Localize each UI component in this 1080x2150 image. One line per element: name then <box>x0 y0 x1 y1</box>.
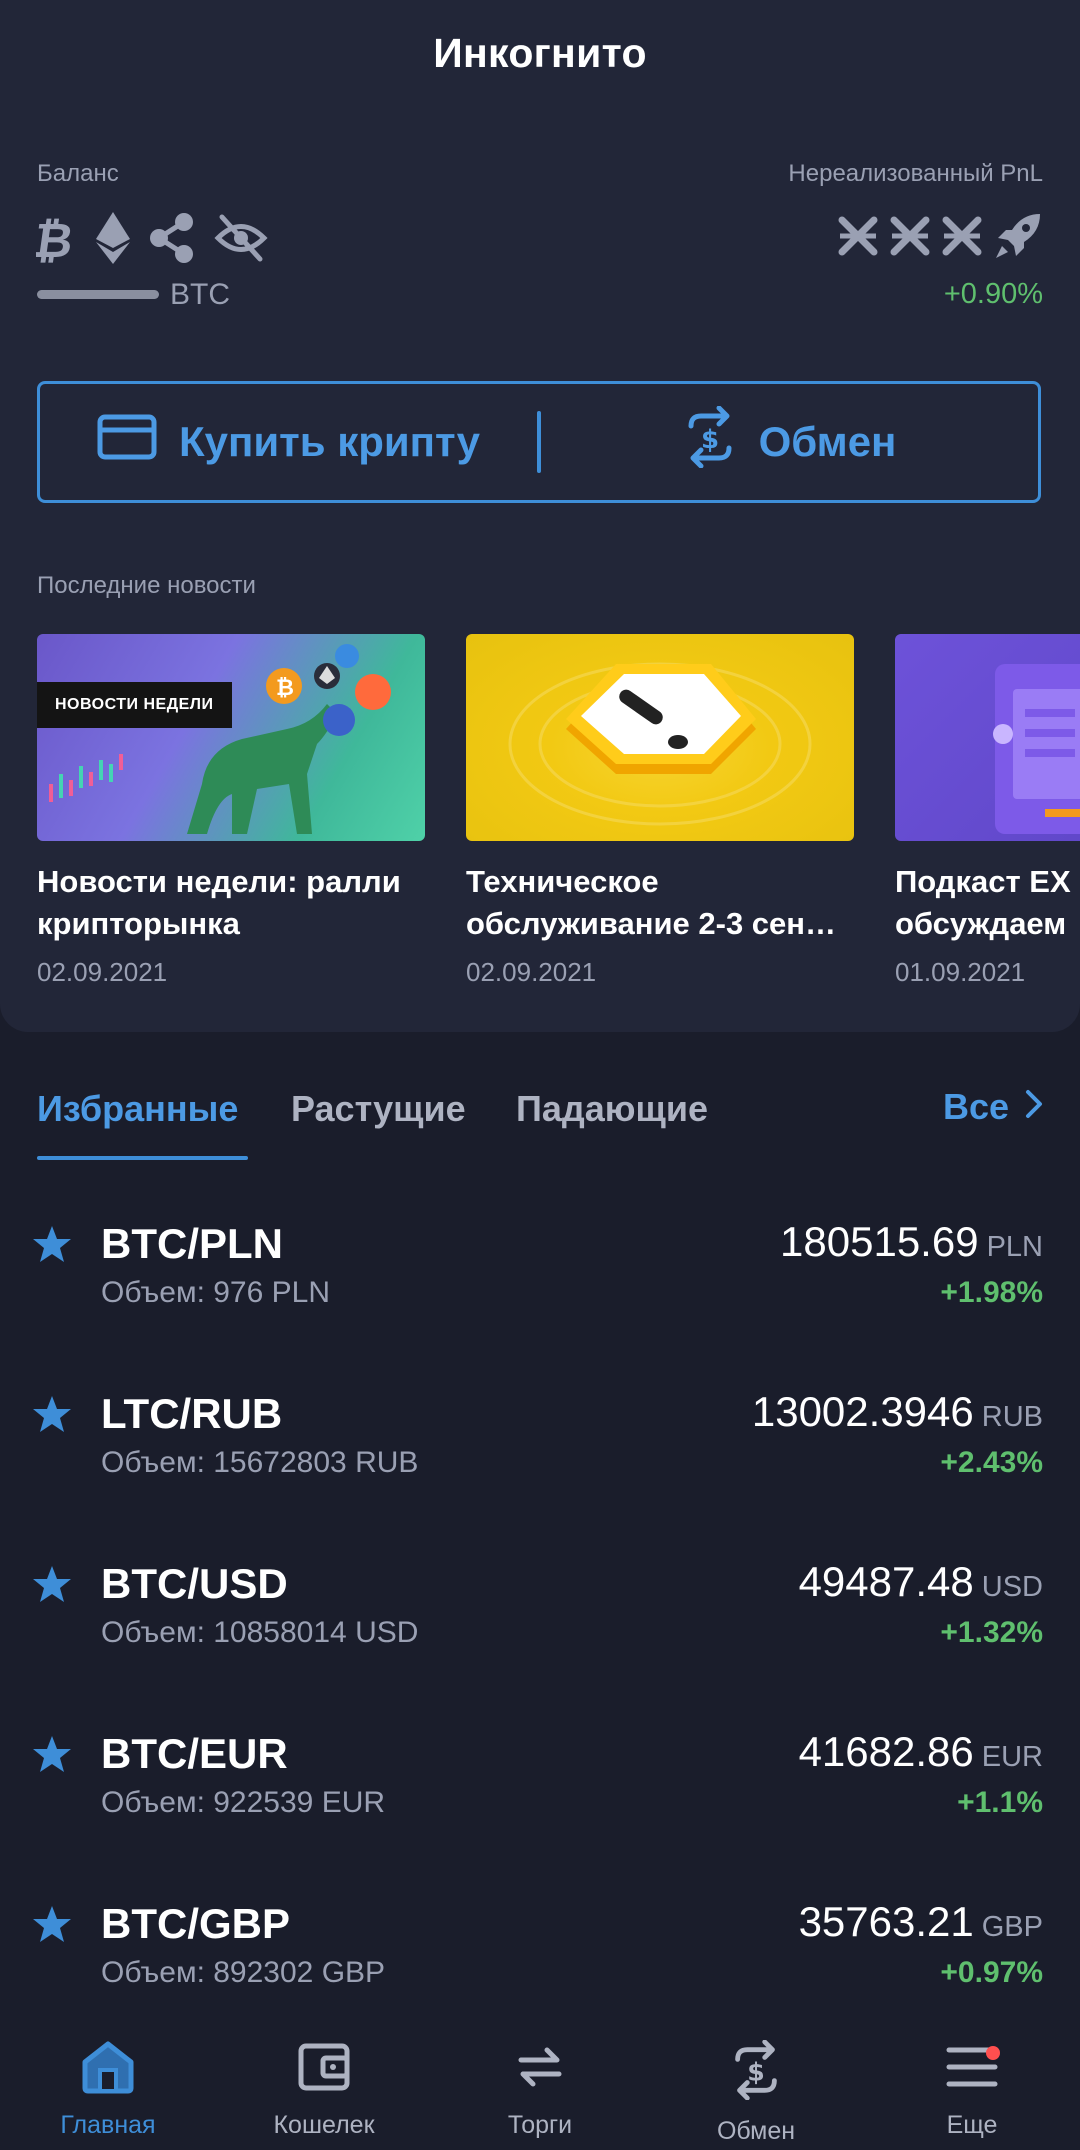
exchange-label: Обмен <box>758 418 897 465</box>
all-markets-link[interactable]: Все <box>943 1086 1043 1128</box>
news-carousel[interactable]: НОВОСТИ НЕДЕЛИ ₿ Новости недели: ралли к… <box>37 634 1080 1014</box>
exchange-icon: $ <box>729 2039 783 2107</box>
favorite-star-icon[interactable] <box>32 1564 72 1609</box>
trade-arrows-icon <box>513 2040 567 2101</box>
wallet-icon <box>297 2040 351 2101</box>
pnl-value: +0.90% <box>943 278 1043 310</box>
credit-card-icon <box>97 414 157 470</box>
balance-label: Баланс <box>37 160 119 187</box>
pnl-hidden-value <box>836 210 1044 267</box>
pair-volume: Объем: 922539 EUR <box>101 1786 386 1819</box>
nav-trade-label: Торги <box>507 2111 573 2139</box>
pair-name: BTC/USD <box>101 1560 288 1607</box>
home-icon <box>79 2040 137 2101</box>
pnl-label: Нереализованный PnL <box>788 160 1043 187</box>
news-date: 02.09.2021 <box>37 957 168 987</box>
buy-crypto-button[interactable]: Купить крипту <box>40 384 537 500</box>
pair-change: +2.43% <box>940 1446 1043 1479</box>
svg-text:₿: ₿ <box>276 676 294 701</box>
market-tabs: Избранные Растущие Падающие Все <box>37 1080 1043 1164</box>
pair-change: +1.32% <box>940 1616 1043 1649</box>
nav-exchange[interactable]: $ Обмен <box>648 2010 864 2150</box>
pair-volume: Объем: 892302 GBP <box>101 1956 386 1989</box>
rocket-icon <box>992 210 1044 267</box>
svg-text:$: $ <box>747 2058 765 2087</box>
pair-price: 49487.48 USD <box>798 1558 1043 1605</box>
pair-change: +1.98% <box>940 1276 1043 1309</box>
tab-losers[interactable]: Падающие <box>516 1088 708 1130</box>
pair-price: 13002.3946 RUB <box>751 1388 1043 1435</box>
exchange-icon: $ <box>683 405 737 478</box>
svg-text:$: $ <box>701 425 719 455</box>
tab-favorites[interactable]: Избранные <box>37 1088 238 1130</box>
active-tab-indicator <box>37 1156 248 1160</box>
ripple-icon[interactable] <box>148 212 198 264</box>
buy-crypto-label: Купить крипту <box>178 418 481 465</box>
pair-name: BTC/GBP <box>101 1900 290 1947</box>
pair-name: BTC/PLN <box>101 1220 283 1267</box>
notification-dot <box>986 2046 1000 2060</box>
bottom-navigation: Главная Кошелек Торги $ Обмен Еще <box>0 2010 1080 2150</box>
news-date: 01.09.2021 <box>895 957 1026 987</box>
overview-card: Инкогнито Баланс Нереализованный PnL ₿ B… <box>0 0 1080 1032</box>
nav-more-label: Еще <box>946 2111 998 2139</box>
market-row[interactable]: BTC/EUR Объем: 922539 EUR 41682.86 EUR +1… <box>0 1728 1080 1880</box>
market-row[interactable]: BTC/PLN Объем: 976 PLN 180515.69 PLN +1.9… <box>0 1218 1080 1370</box>
quick-actions: Купить крипту $ Обмен <box>37 381 1041 503</box>
nav-exchange-label: Обмен <box>716 2117 796 2145</box>
exchange-button[interactable]: $ Обмен <box>541 384 1038 500</box>
news-card[interactable]: НОВОСТИ НЕДЕЛИ ₿ Новости недели: ралли к… <box>37 634 425 988</box>
svg-text:₿: ₿ <box>36 213 77 265</box>
nav-trade[interactable]: Торги <box>432 2010 648 2150</box>
favorite-star-icon[interactable] <box>32 1394 72 1439</box>
pair-change: +1.1% <box>957 1786 1043 1819</box>
pair-price: 41682.86 EUR <box>798 1728 1043 1775</box>
pair-price: 35763.21 GBP <box>798 1898 1043 1945</box>
page-title: Инкогнито <box>433 30 647 76</box>
hidden-digit-icon <box>888 214 932 263</box>
all-markets-label: Все <box>942 1086 1009 1127</box>
news-title: Техническое обслуживание 2-3 сен… <box>466 864 837 941</box>
balance-unit: BTC <box>170 278 230 311</box>
pair-name: BTC/EUR <box>101 1730 288 1777</box>
bitcoin-icon[interactable]: ₿ <box>36 211 78 265</box>
hidden-balance-mask <box>37 290 159 299</box>
pair-volume: Объем: 10858014 USD <box>101 1616 419 1649</box>
news-image <box>466 634 854 841</box>
nav-more[interactable]: Еще <box>864 2010 1080 2150</box>
news-title: Новости недели: ралли крипторынка <box>37 864 401 941</box>
balance-currency-selector[interactable]: ₿ <box>36 208 268 268</box>
news-date: 02.09.2021 <box>466 957 597 987</box>
hidden-digit-icon <box>940 214 984 263</box>
favorite-star-icon[interactable] <box>32 1224 72 1269</box>
market-row[interactable]: BTC/USD Объем: 10858014 USD 49487.48 USD … <box>0 1558 1080 1710</box>
hidden-digit-icon <box>836 214 880 263</box>
pair-volume: Объем: 976 PLN <box>101 1276 330 1309</box>
pair-change: +0.97% <box>940 1956 1043 1989</box>
tab-gainers[interactable]: Растущие <box>291 1088 466 1130</box>
news-card[interactable]: Подкаст EX обсуждаем 01.09.2021 <box>895 634 1080 988</box>
favorite-star-icon[interactable] <box>32 1734 72 1779</box>
news-image: НОВОСТИ НЕДЕЛИ ₿ <box>37 634 425 841</box>
pair-name: LTC/RUB <box>101 1390 283 1437</box>
nav-home-label: Главная <box>60 2111 156 2139</box>
market-row[interactable]: LTC/RUB Объем: 15672803 RUB 13002.3946 RU… <box>0 1388 1080 1540</box>
nav-home[interactable]: Главная <box>0 2010 216 2150</box>
nav-wallet[interactable]: Кошелек <box>216 2010 432 2150</box>
pair-price: 180515.69 PLN <box>780 1218 1043 1265</box>
chevron-right-icon <box>1025 1086 1043 1128</box>
favorite-star-icon[interactable] <box>32 1904 72 1949</box>
news-section-label: Последние новости <box>37 572 256 599</box>
news-title: Подкаст EX обсуждаем <box>895 864 1071 941</box>
pair-volume: Объем: 15672803 RUB <box>101 1446 419 1479</box>
eye-off-icon[interactable] <box>214 213 268 263</box>
news-card[interactable]: Техническое обслуживание 2-3 сен… 02.09.2… <box>466 634 854 988</box>
news-image <box>895 634 1080 841</box>
nav-wallet-label: Кошелек <box>273 2111 375 2139</box>
ethereum-icon[interactable] <box>94 210 132 266</box>
